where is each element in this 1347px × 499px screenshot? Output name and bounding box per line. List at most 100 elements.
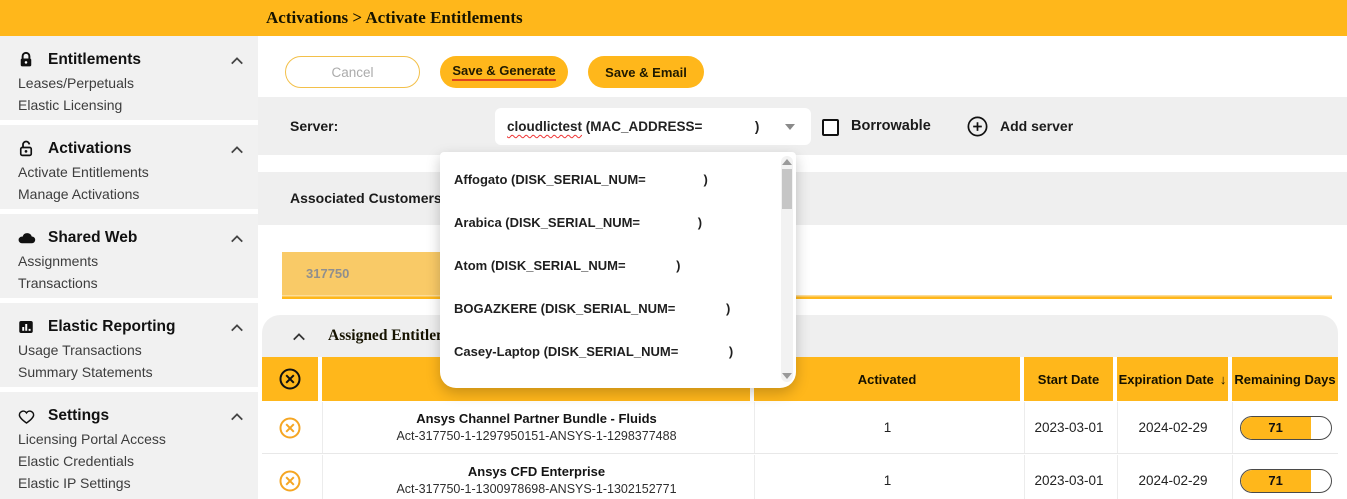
sidebar-header-settings[interactable]: Settings	[16, 404, 244, 428]
chevron-up-icon	[230, 232, 244, 244]
server-option-affogato[interactable]: Affogato (DISK_SERIAL_NUM= )	[440, 158, 796, 201]
sidebar-item-leases-perpetuals[interactable]: Leases/Perpetuals	[16, 72, 244, 94]
chevron-up-icon	[230, 143, 244, 155]
chevron-up-icon	[230, 54, 244, 66]
remaining-days-value: 71	[1268, 420, 1282, 435]
server-select[interactable]: cloudlictest (MAC_ADDRESS= )	[495, 108, 811, 145]
scrollbar-thumb[interactable]	[782, 169, 792, 209]
lock-closed-icon	[16, 50, 36, 70]
table-row: Ansys CFD Enterprise Act-317750-1-130097…	[262, 455, 1338, 499]
save-generate-button-label: Save & Generate	[452, 63, 555, 81]
circle-x-icon	[278, 416, 302, 440]
deactivate-row-cell[interactable]	[262, 402, 318, 453]
activated-cell: 1	[754, 402, 1020, 453]
sidebar-section-title: Entitlements	[48, 51, 230, 69]
add-server-button[interactable]: Add server	[966, 97, 1073, 155]
heart-icon	[16, 406, 36, 426]
sort-descending-icon: ↓	[1220, 372, 1227, 387]
sidebar-section-title: Shared Web	[48, 229, 230, 247]
add-server-label: Add server	[1000, 118, 1073, 134]
bar-chart-icon	[16, 317, 36, 337]
sidebar-header-entitlements[interactable]: Entitlements	[16, 48, 244, 72]
dropdown-scrollbar[interactable]	[781, 156, 793, 382]
sidebar-section-title: Settings	[48, 407, 230, 425]
expiration-date-header-cell[interactable]: Expiration Date ↓	[1117, 357, 1228, 401]
assigned-entitlements-panel: Assigned Entitlements Activated Start Da…	[262, 315, 1338, 499]
start-date-cell: 2023-03-01	[1024, 402, 1113, 453]
entitlement-name: Ansys CFD Enterprise	[468, 463, 605, 481]
entitlement-name: Ansys Channel Partner Bundle - Fluids	[416, 410, 657, 428]
chevron-down-icon	[785, 124, 795, 130]
remaining-days-value: 71	[1268, 473, 1282, 488]
sidebar-section-title: Activations	[48, 140, 230, 158]
sidebar-header-shared-web[interactable]: Shared Web	[16, 226, 244, 250]
sidebar-item-assignments[interactable]: Assignments	[16, 250, 244, 272]
remaining-days-fill: 71	[1241, 470, 1311, 492]
sidebar-item-transactions[interactable]: Transactions	[16, 272, 244, 294]
remaining-days-pill: 71	[1240, 416, 1332, 440]
entitlement-cell: Ansys Channel Partner Bundle - Fluids Ac…	[322, 402, 750, 453]
save-email-button[interactable]: Save & Email	[588, 56, 704, 88]
circle-x-icon	[278, 469, 302, 493]
assigned-entitlements-header[interactable]: Assigned Entitlements	[262, 315, 1338, 357]
cancel-button-label: Cancel	[331, 65, 373, 80]
sidebar-item-elastic-licensing[interactable]: Elastic Licensing	[16, 94, 244, 116]
entitlement-cell: Ansys CFD Enterprise Act-317750-1-130097…	[322, 455, 750, 499]
chevron-up-icon	[230, 410, 244, 422]
remaining-days-fill: 71	[1241, 417, 1311, 439]
lock-open-icon	[16, 139, 36, 159]
breadcrumb[interactable]: Activations > Activate Entitlements	[266, 0, 523, 36]
circle-x-icon	[278, 367, 302, 391]
activated-cell: 1	[754, 455, 1020, 499]
server-select-value: cloudlictest (MAC_ADDRESS= )	[495, 119, 759, 134]
expiration-date-cell: 2024-02-29	[1117, 402, 1228, 453]
server-dropdown-menu: Affogato (DISK_SERIAL_NUM= ) Arabica (DI…	[440, 152, 796, 388]
associated-customers-label: Associated Customers:	[290, 172, 446, 225]
sidebar: Entitlements Leases/Perpetuals Elastic L…	[0, 36, 258, 499]
expiration-date-cell: 2024-02-29	[1117, 455, 1228, 499]
sidebar-section-entitlements: Entitlements Leases/Perpetuals Elastic L…	[0, 36, 258, 120]
chevron-up-icon	[230, 321, 244, 333]
sidebar-header-activations[interactable]: Activations	[16, 137, 244, 161]
deactivate-row-cell[interactable]	[262, 455, 318, 499]
sidebar-section-settings: Settings Licensing Portal Access Elastic…	[0, 392, 258, 499]
sidebar-item-activate-entitlements[interactable]: Activate Entitlements	[16, 161, 244, 183]
sidebar-item-summary-statements[interactable]: Summary Statements	[16, 361, 244, 383]
save-generate-button[interactable]: Save & Generate	[440, 56, 568, 88]
server-option-atom[interactable]: Atom (DISK_SERIAL_NUM= )	[440, 244, 796, 287]
sidebar-item-elastic-ip-settings[interactable]: Elastic IP Settings	[16, 472, 244, 494]
server-option-arabica[interactable]: Arabica (DISK_SERIAL_NUM= )	[440, 201, 796, 244]
scroll-up-icon[interactable]	[782, 159, 792, 165]
start-date-header-cell[interactable]: Start Date	[1024, 357, 1113, 401]
deactivate-all-header-cell[interactable]	[262, 357, 318, 401]
sidebar-section-title: Elastic Reporting	[48, 318, 230, 336]
sidebar-item-manage-activations[interactable]: Manage Activations	[16, 183, 244, 205]
sidebar-item-licensing-portal-access[interactable]: Licensing Portal Access	[16, 428, 244, 450]
cancel-button[interactable]: Cancel	[285, 56, 420, 88]
server-label: Server:	[290, 97, 338, 155]
cloud-icon	[16, 228, 36, 248]
activation-code: Act-317750-1-1297950151-ANSYS-1-12983774…	[396, 428, 676, 445]
chevron-up-icon	[292, 330, 306, 342]
save-email-button-label: Save & Email	[605, 65, 687, 80]
sidebar-item-elastic-credentials[interactable]: Elastic Credentials	[16, 450, 244, 472]
server-option-casey-laptop[interactable]: Casey-Laptop (DISK_SERIAL_NUM= )	[440, 330, 796, 373]
licensing-portal-screen: Activations > Activate Entitlements Enti…	[0, 0, 1347, 499]
remaining-days-cell: 71	[1232, 455, 1338, 499]
sidebar-section-activations: Activations Activate Entitlements Manage…	[0, 125, 258, 209]
start-date-cell: 2023-03-01	[1024, 455, 1113, 499]
borrowable-label: Borrowable	[851, 97, 931, 155]
table-row: Ansys Channel Partner Bundle - Fluids Ac…	[262, 402, 1338, 454]
activation-code: Act-317750-1-1300978698-ANSYS-1-13021527…	[396, 481, 676, 498]
top-bar: Activations > Activate Entitlements	[0, 0, 1347, 36]
remaining-days-header-cell[interactable]: Remaining Days	[1232, 357, 1338, 401]
borrowable-checkbox[interactable]	[822, 119, 839, 136]
sidebar-item-usage-transactions[interactable]: Usage Transactions	[16, 339, 244, 361]
table-header-row: Activated Start Date Expiration Date ↓ R…	[262, 357, 1338, 401]
sidebar-header-elastic-reporting[interactable]: Elastic Reporting	[16, 315, 244, 339]
remaining-days-pill: 71	[1240, 469, 1332, 493]
scroll-down-icon[interactable]	[782, 373, 792, 379]
plus-circle-icon	[966, 115, 989, 138]
remaining-days-cell: 71	[1232, 402, 1338, 453]
server-option-bogazkere[interactable]: BOGAZKERE (DISK_SERIAL_NUM= )	[440, 287, 796, 330]
